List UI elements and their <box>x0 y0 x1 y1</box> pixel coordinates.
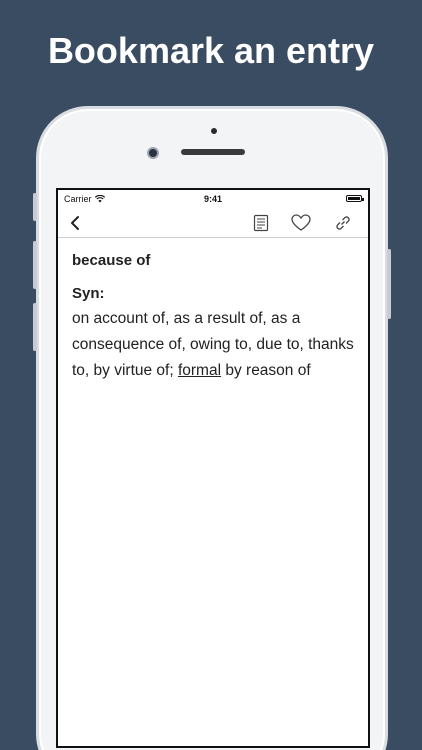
power-button <box>387 249 391 319</box>
chevron-left-icon <box>71 216 79 230</box>
battery-icon <box>346 195 364 202</box>
volume-down-button <box>33 303 37 351</box>
status-bar: Carrier 9:41 <box>58 190 368 208</box>
sensor-dot <box>211 128 217 134</box>
notes-icon <box>253 214 269 232</box>
volume-up-button <box>33 241 37 289</box>
mute-switch <box>33 193 37 221</box>
synonyms-text: on account of, as a result of, as a cons… <box>72 306 354 384</box>
register-label-link[interactable]: formal <box>178 362 221 379</box>
entry-term: because of <box>72 252 151 269</box>
front-camera <box>147 147 159 159</box>
link-icon <box>336 216 350 230</box>
navigation-bar <box>58 208 368 238</box>
notes-button[interactable] <box>250 212 272 234</box>
entry-content: because of Syn: on account of, as a resu… <box>58 238 368 384</box>
back-button[interactable] <box>64 212 86 234</box>
heart-icon <box>291 214 311 231</box>
phone-frame: Carrier 9:41 because of Syn: on account … <box>33 106 391 750</box>
status-time: 9:41 <box>203 194 222 204</box>
headline: Bookmark an entry <box>47 30 375 71</box>
screen: Carrier 9:41 because of Syn: on account … <box>56 188 370 748</box>
earpiece-speaker <box>181 149 245 155</box>
synonyms-label: Syn: <box>72 285 105 302</box>
bookmark-heart-button[interactable] <box>290 212 312 234</box>
synonyms-list-end: by reason of <box>221 362 311 379</box>
share-link-button[interactable] <box>332 212 354 234</box>
